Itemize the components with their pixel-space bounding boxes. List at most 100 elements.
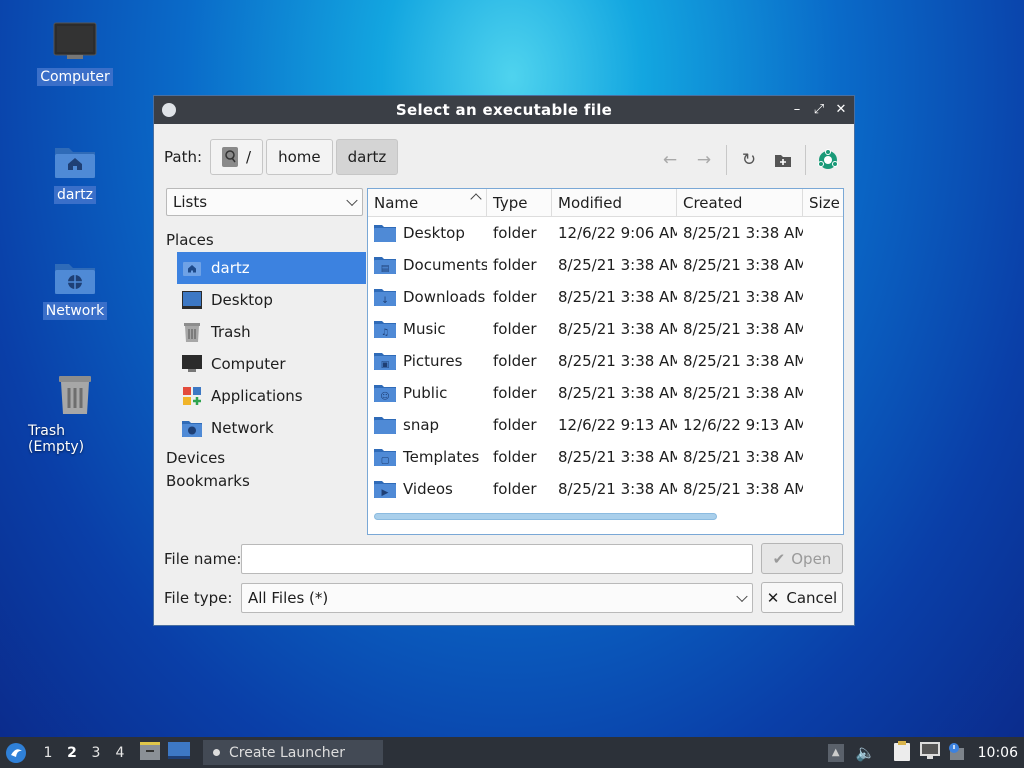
window-menu-icon[interactable] [162,103,176,117]
table-row[interactable]: ▢ Templates folder 8/25/21 3:38 AM 8/25/21 3… [368,441,843,473]
toolbar-separator [726,145,727,175]
file-created-cell: 8/25/21 3:38 AM [683,384,803,402]
task-dot-icon [213,749,220,756]
table-row[interactable]: ▶ Videos folder 8/25/21 3:38 AM 8/25/21 3:38… [368,473,843,505]
update-notifier-icon[interactable] [948,742,966,764]
file-type-cell: folder [493,416,537,434]
file-modified-cell: 8/25/21 3:38 AM [558,288,677,306]
svg-text:▣: ▣ [381,360,390,370]
scroll-up-icon[interactable]: ▲ [827,743,844,762]
cancel-button-label: Cancel [786,588,838,607]
file-list-view[interactable]: Name Type Modified Created Size Desktop f… [367,188,844,535]
column-header-created[interactable]: Created [677,189,803,216]
table-row[interactable]: snap folder 12/6/22 9:13 AM 12/6/22 9:13 AM [368,409,843,441]
sidebar-item-dartz[interactable]: dartz [177,252,366,284]
desktop-icon-computer[interactable]: Computer [25,22,125,86]
desktop-folder-icon [374,223,396,243]
sidebar-item-applications[interactable]: Applications [177,380,366,412]
column-header-type[interactable]: Type [487,189,552,216]
desktop-icon-trash[interactable]: Trash (Empty) [25,372,125,456]
back-arrow-icon[interactable]: ← [658,148,682,172]
dialog-titlebar[interactable]: Select an executable file – ⤢ ✕ [154,96,854,124]
taskbar: 1 2 3 4 Create Launcher ▲ 🔈 10:06 [0,737,1024,768]
column-header-size[interactable]: Size [803,189,843,216]
column-header-label: Modified [558,193,623,212]
forward-arrow-icon[interactable]: → [692,148,716,172]
column-header-modified[interactable]: Modified [552,189,677,216]
show-desktop-icon[interactable] [168,741,190,764]
toolbar-separator [805,145,806,175]
sidebar-item-trash[interactable]: Trash [177,316,366,348]
file-name: Desktop [403,224,465,242]
workspace-4[interactable]: 4 [108,745,132,761]
clipboard-icon[interactable] [893,740,910,765]
cancel-button[interactable]: ✕ Cancel [761,582,843,613]
workspace-2[interactable]: 2 [60,745,84,761]
music-folder-icon: ♫ [374,319,396,339]
computer-icon [53,22,97,59]
breadcrumb-dartz[interactable]: dartz [335,139,399,175]
file-name: Music [403,320,446,338]
horizontal-scrollbar[interactable] [374,513,717,520]
network-status-icon[interactable] [919,741,940,764]
workspace-1[interactable]: 1 [36,745,60,761]
breadcrumb-root-label: / [246,148,252,166]
task-create-launcher[interactable]: Create Launcher [203,740,383,765]
navigation-toolbar: ← → ↻ [648,145,840,175]
file-type-select[interactable]: All Files (*) [241,583,753,613]
file-name-input[interactable] [241,544,753,574]
svg-text:♫: ♫ [381,328,389,338]
view-mode-select[interactable]: Lists [166,188,363,216]
sidebar-item-label: Computer [211,355,286,373]
trash-icon [182,322,202,342]
folder-icon [374,415,396,435]
pictures-folder-icon: ▣ [374,351,396,371]
workspace-3[interactable]: 3 [84,745,108,761]
bookmarks-heading[interactable]: Bookmarks [166,470,366,493]
drive-icon [222,147,239,167]
breadcrumb-home[interactable]: home [266,139,333,175]
table-row[interactable]: ♫ Music folder 8/25/21 3:38 AM 8/25/21 3:38 … [368,313,843,345]
dialog-title: Select an executable file [395,101,613,119]
minimize-icon[interactable]: – [790,100,804,120]
check-icon: ✔ [772,549,786,568]
volume-icon[interactable]: 🔈 [856,743,876,762]
table-row[interactable]: Desktop folder 12/6/22 9:06 AM 8/25/21 3:38… [368,217,843,249]
chevron-down-icon [736,590,748,603]
preview-toggle-icon[interactable] [816,148,840,172]
sidebar-item-computer[interactable]: Computer [177,348,366,380]
file-type-cell: folder [493,448,537,466]
breadcrumb-home-label: home [278,148,321,166]
column-header-name[interactable]: Name [368,189,487,216]
file-name: Videos [403,480,453,498]
desktop-icon-network[interactable]: Network [25,256,125,320]
desktop-icon-dartz[interactable]: dartz [25,140,125,204]
file-manager-icon[interactable] [140,741,160,764]
table-row[interactable]: ▤ Documents folder 8/25/21 3:38 AM 8/25/21 3… [368,249,843,281]
applications-icon [182,386,202,406]
column-header-label: Type [493,193,528,212]
open-button[interactable]: ✔ Open [761,543,843,574]
file-type-cell: folder [493,480,537,498]
sidebar-item-network[interactable]: Network [177,412,366,444]
network-folder-icon [55,264,95,294]
file-modified-cell: 12/6/22 9:06 AM [558,224,677,242]
table-row[interactable]: ☺ Public folder 8/25/21 3:38 AM 8/25/21 3:38… [368,377,843,409]
maximize-icon[interactable]: ⤢ [812,100,826,120]
table-row[interactable]: ↓ Downloads folder 8/25/21 3:38 AM 8/25/21 3… [368,281,843,313]
devices-heading[interactable]: Devices [166,447,366,470]
start-menu-icon[interactable] [4,741,28,765]
close-icon[interactable]: ✕ [834,100,848,120]
places-heading[interactable]: Places [166,229,366,252]
clock[interactable]: 10:06 [978,745,1018,761]
breadcrumb-root[interactable]: / [210,139,264,175]
file-name-label: File name: [164,550,242,568]
computer-icon [182,354,202,374]
new-folder-icon[interactable] [771,148,795,172]
file-name-cell: ☺ Public [368,383,487,403]
reload-icon[interactable]: ↻ [737,148,761,172]
table-row[interactable]: ▣ Pictures folder 8/25/21 3:38 AM 8/25/21 3:… [368,345,843,377]
desktop-label-computer: Computer [37,68,113,86]
sidebar-item-desktop[interactable]: Desktop [177,284,366,316]
file-list-header: Name Type Modified Created Size [368,189,843,217]
